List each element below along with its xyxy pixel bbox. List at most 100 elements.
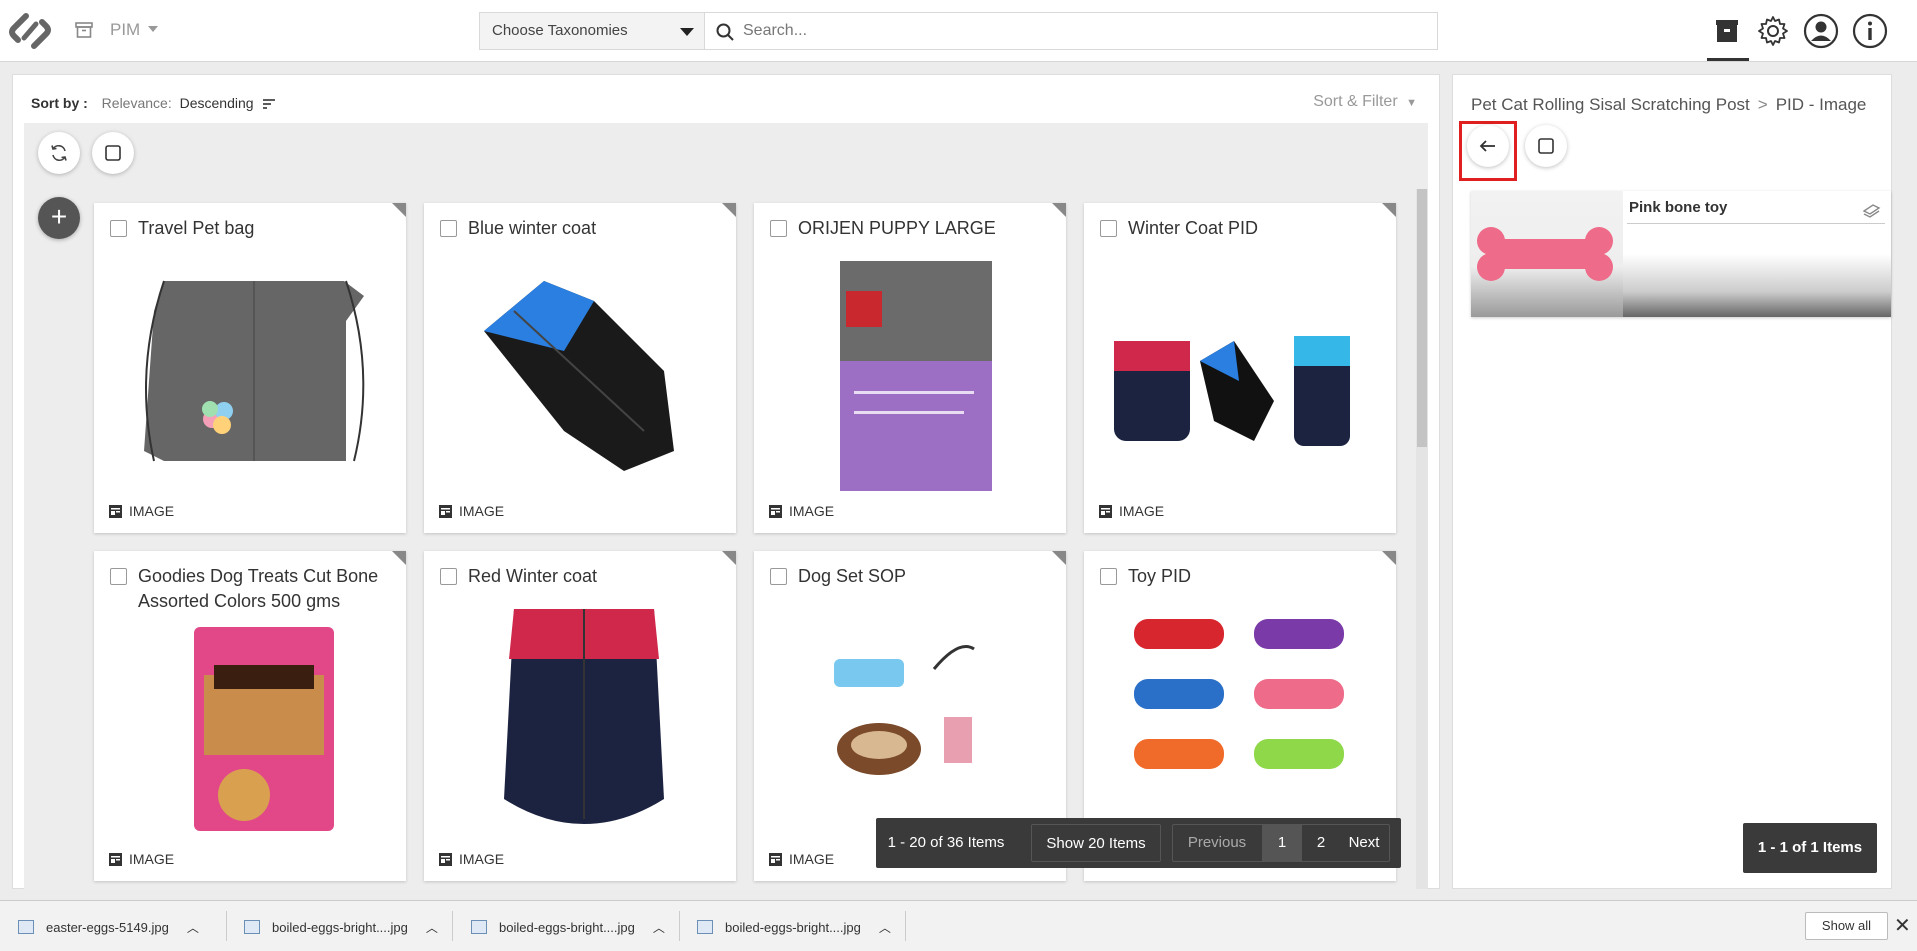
download-item[interactable]: boiled-eggs-bright....jpg ︿ (244, 914, 438, 940)
app-logo[interactable] (6, 12, 54, 50)
select-all-button[interactable] (1525, 125, 1567, 167)
sort-order-icon[interactable] (263, 99, 276, 110)
archive-icon[interactable] (74, 20, 94, 40)
card-corner-marker (722, 551, 736, 565)
caret-down-icon[interactable] (680, 28, 694, 36)
document-icon (439, 504, 452, 518)
pink-bone-image (1477, 227, 1613, 281)
chevron-up-icon[interactable]: ︿ (426, 919, 438, 936)
detail-panel: Pet Cat Rolling Sisal Scratching Post > PI… (1452, 74, 1892, 889)
show-all-button[interactable]: Show all (1805, 912, 1888, 940)
product-card[interactable]: Winter Coat PID IMAGE (1084, 203, 1396, 533)
download-item[interactable]: easter-eggs-5149.jpg ︿ (18, 914, 199, 940)
show-items-select[interactable]: Show 20 Items (1031, 824, 1161, 862)
card-checkbox[interactable] (110, 220, 127, 237)
previous-button[interactable]: Previous (1174, 824, 1260, 862)
page-2-button[interactable]: 2 (1302, 824, 1340, 862)
product-card[interactable]: Travel Pet bag IMAGE (94, 203, 406, 533)
select-all-button[interactable] (92, 132, 134, 174)
card-type: IMAGE (768, 503, 834, 519)
document-icon (109, 852, 122, 866)
card-title: Goodies Dog Treats Cut Bone Assorted Col… (138, 566, 379, 611)
document-icon (769, 504, 782, 518)
product-box-icon[interactable] (1708, 12, 1746, 50)
back-button[interactable] (1467, 125, 1509, 167)
divider (226, 911, 227, 941)
divider (905, 911, 906, 941)
page-1-button[interactable]: 1 (1262, 824, 1302, 862)
user-icon[interactable] (1802, 12, 1840, 50)
checkbox-icon (105, 145, 121, 161)
goodies-treats-image (194, 627, 334, 831)
image-file-icon (471, 920, 487, 934)
document-icon (439, 852, 452, 866)
card-checkbox[interactable] (440, 568, 457, 585)
taxonomy-select-label: Choose Taxonomies (492, 22, 628, 39)
refresh-button[interactable] (38, 132, 80, 174)
scrollbar-thumb[interactable] (1417, 189, 1427, 447)
item-range: 1 - 20 of 36 Items (887, 834, 1005, 851)
card-title: Red Winter coat (468, 566, 598, 586)
pink-bone-thumbnail (1471, 191, 1623, 317)
info-icon[interactable] (1851, 12, 1889, 50)
card-checkbox[interactable] (1100, 220, 1117, 237)
card-title: Blue winter coat (468, 218, 597, 238)
search-icon[interactable] (715, 22, 735, 42)
card-checkbox[interactable] (770, 568, 787, 585)
sort-by-label: Sort by : (31, 95, 88, 111)
chevron-up-icon[interactable]: ︿ (187, 919, 199, 936)
card-corner-marker (392, 551, 406, 565)
close-icon[interactable]: ✕ (1894, 913, 1911, 938)
pid-item-card[interactable]: Pink bone toy (1471, 191, 1891, 317)
sort-by-control[interactable]: Sort by : Relevance: Descending (31, 95, 276, 111)
item-count: 1 - 1 of 1 Items (1743, 823, 1877, 873)
image-file-icon (244, 920, 260, 934)
document-icon (109, 504, 122, 518)
card-title: Travel Pet bag (138, 218, 255, 238)
orijen-bag-image (840, 261, 992, 491)
card-type-label: IMAGE (459, 503, 505, 519)
product-card[interactable]: Blue winter coat IMAGE (424, 203, 736, 533)
product-card[interactable]: Goodies Dog Treats Cut Bone Assorted Col… (94, 551, 406, 881)
download-filename: easter-eggs-5149.jpg (46, 919, 169, 935)
card-type: IMAGE (768, 851, 834, 867)
checkbox-icon (1538, 138, 1554, 154)
card-type: IMAGE (438, 851, 504, 867)
search-input[interactable] (743, 19, 1423, 43)
divider (1627, 223, 1885, 224)
relevance-value[interactable]: Descending (180, 95, 254, 111)
image-file-icon (697, 920, 713, 934)
card-title: Winter Coat PID (1128, 218, 1259, 238)
product-card[interactable]: Red Winter coat IMAGE (424, 551, 736, 881)
chevron-up-icon[interactable]: ︿ (653, 919, 665, 936)
layers-icon[interactable] (1861, 201, 1881, 219)
bone-toys-image (1134, 619, 1344, 769)
gear-icon[interactable] (1754, 12, 1792, 50)
card-checkbox[interactable] (110, 568, 127, 585)
sort-filter-toggle[interactable]: Sort & Filter ▼ (1313, 93, 1417, 111)
card-type: IMAGE (438, 503, 504, 519)
card-type-label: IMAGE (129, 503, 175, 519)
chevron-up-icon[interactable]: ︿ (879, 919, 891, 936)
download-item[interactable]: boiled-eggs-bright....jpg ︿ (471, 914, 665, 940)
card-checkbox[interactable] (440, 220, 457, 237)
card-checkbox[interactable] (1100, 568, 1117, 585)
sort-filter-label: Sort & Filter (1313, 93, 1398, 110)
download-item[interactable]: boiled-eggs-bright....jpg ︿ (697, 914, 891, 940)
arrow-left-icon (1479, 140, 1495, 152)
product-card[interactable]: ORIJEN PUPPY LARGE IMAGE (754, 203, 1066, 533)
add-item-button[interactable]: + (38, 197, 80, 239)
download-filename: boiled-eggs-bright....jpg (272, 919, 408, 935)
card-checkbox[interactable] (770, 220, 787, 237)
search-box[interactable] (704, 12, 1438, 50)
next-button[interactable]: Next (1340, 824, 1388, 862)
card-type: IMAGE (108, 503, 174, 519)
download-filename: boiled-eggs-bright....jpg (725, 919, 861, 935)
chevron-down-icon[interactable] (148, 26, 158, 32)
dog-set-image (834, 645, 975, 775)
taxonomy-select[interactable]: Choose Taxonomies (479, 12, 705, 50)
app-switcher[interactable]: PIM (110, 20, 140, 40)
top-bar: PIM Choose Taxonomies (0, 0, 1917, 62)
relevance-label: Relevance: (101, 95, 172, 111)
breadcrumb-parent[interactable]: Pet Cat Rolling Sisal Scratching Post (1471, 95, 1750, 114)
